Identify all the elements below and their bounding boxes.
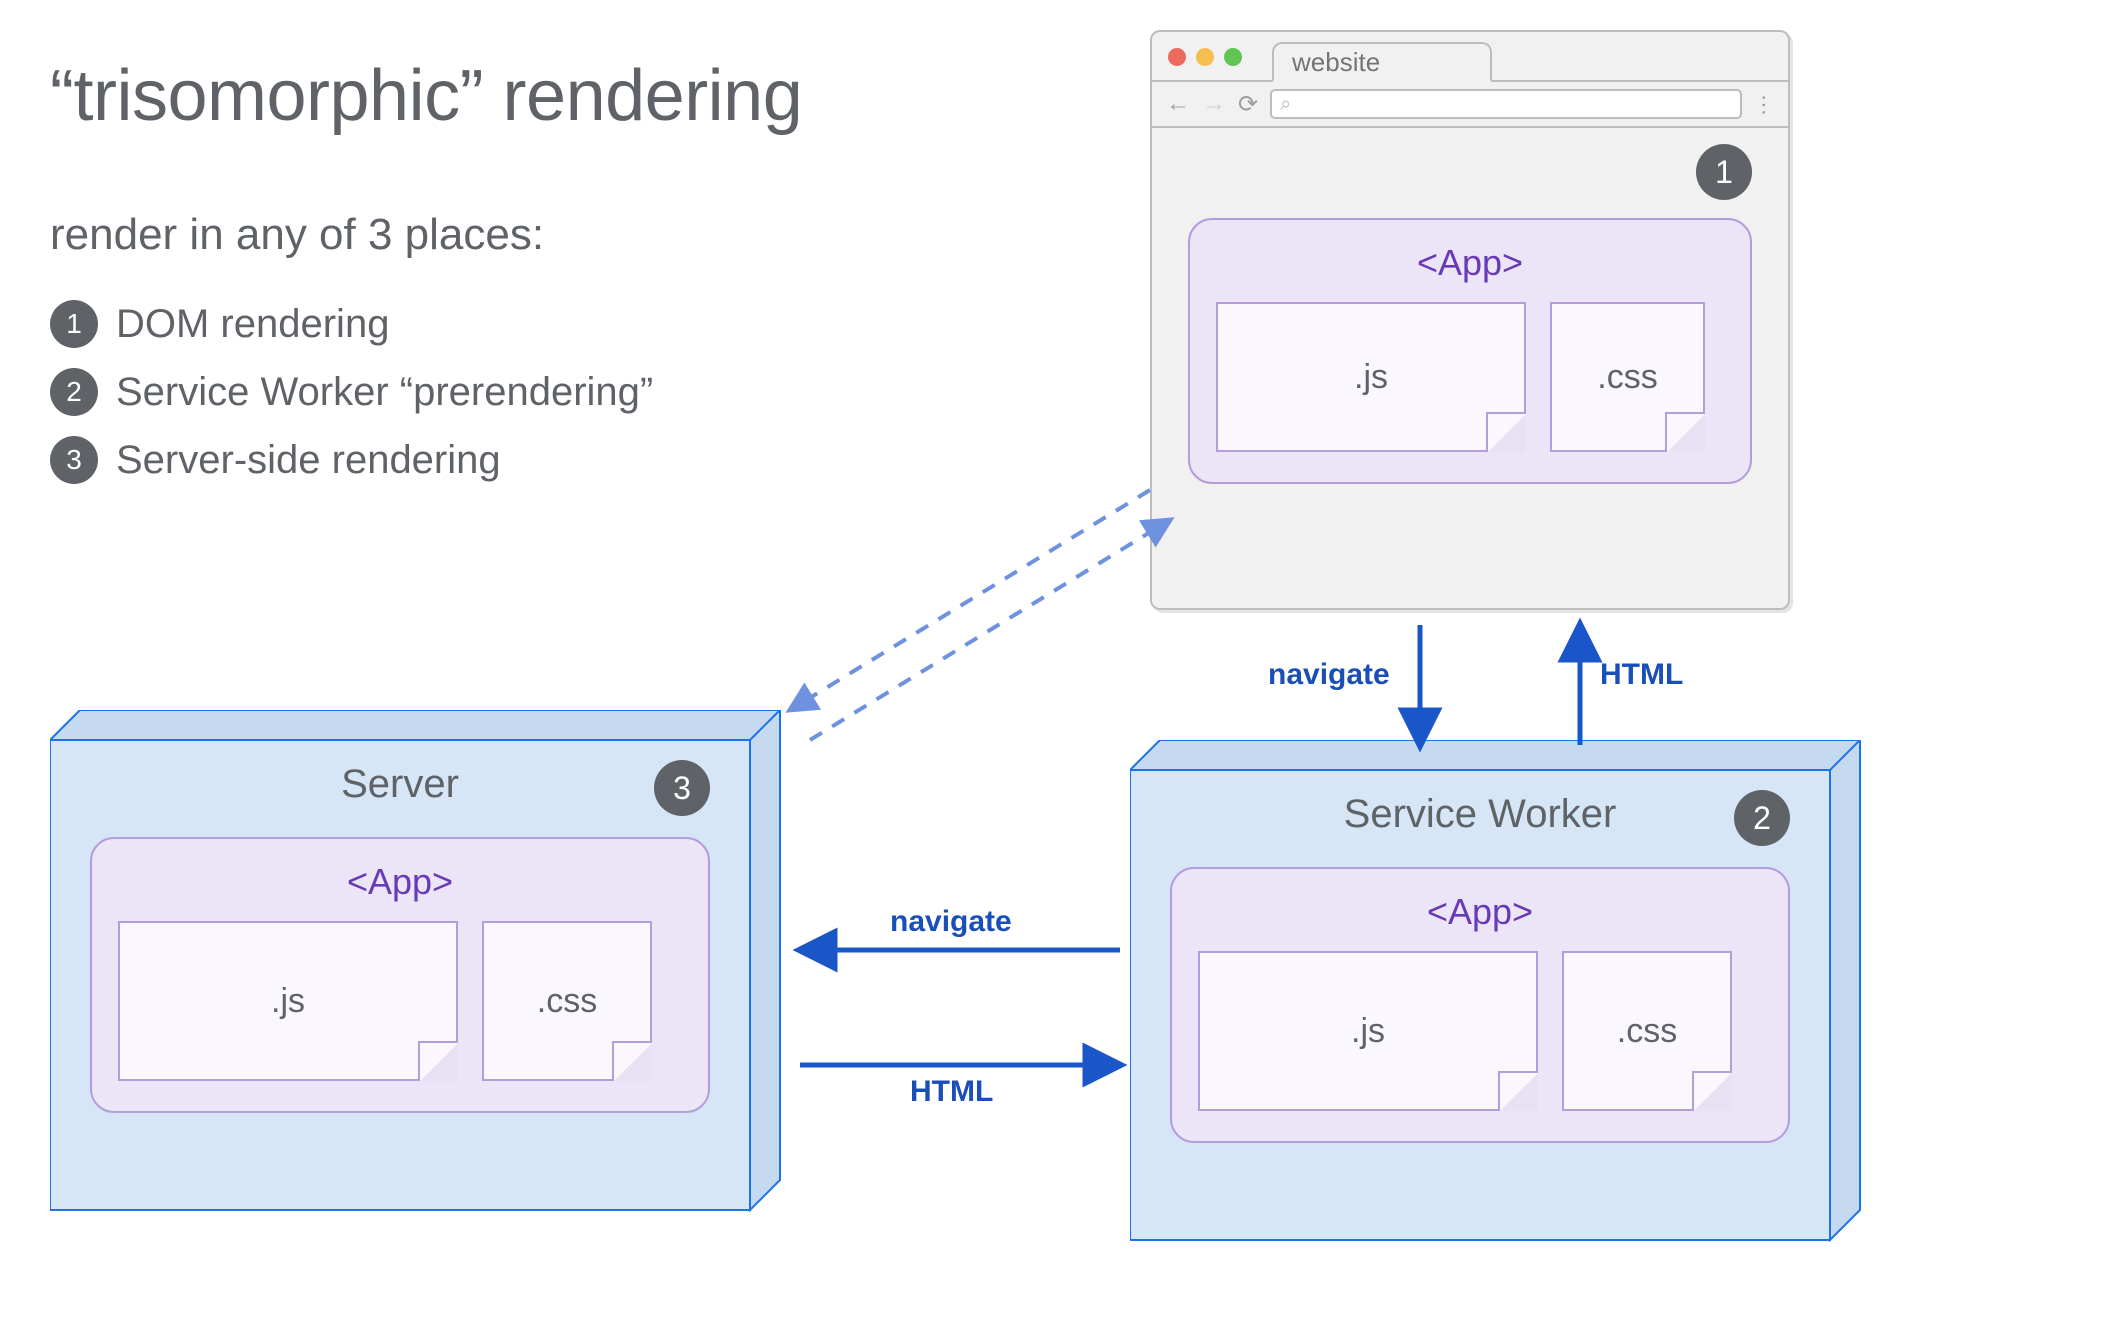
- browser-tabbar: website: [1152, 32, 1788, 82]
- file-js-label: .js: [1354, 358, 1388, 397]
- file-js: .js: [1216, 302, 1526, 452]
- server-panel: Server 3 <App> .js .css: [50, 710, 780, 1210]
- browser-toolbar: ← → ⟳ ⌕ ⋯: [1152, 82, 1788, 128]
- dog-ear-icon: [1486, 412, 1526, 452]
- list-label: Server-side rendering: [116, 438, 501, 483]
- list-label: DOM rendering: [116, 302, 389, 347]
- server-title: Server: [50, 762, 750, 807]
- address-bar: ⌕: [1270, 89, 1742, 119]
- label-html-horizontal: HTML: [910, 1075, 993, 1109]
- service-worker-panel: Service Worker 2 <App> .js .css: [1130, 740, 1860, 1240]
- dog-ear-icon: [612, 1041, 652, 1081]
- search-icon: ⌕: [1280, 93, 1291, 116]
- arrow-server-to-browser-dashed: [810, 520, 1170, 740]
- file-js: .js: [118, 921, 458, 1081]
- list-item: 3 Server-side rendering: [50, 436, 653, 484]
- file-js-label: .js: [1351, 1012, 1385, 1051]
- list-badge-1: 1: [50, 300, 98, 348]
- minimize-icon: [1196, 48, 1214, 66]
- close-icon: [1168, 48, 1186, 66]
- sw-title: Service Worker: [1130, 792, 1830, 837]
- browser-window: website ← → ⟳ ⌕ ⋯ 1 <App> .js .css: [1150, 30, 1790, 610]
- maximize-icon: [1224, 48, 1242, 66]
- app-label: <App>: [1198, 891, 1762, 933]
- browser-tab-label: website: [1292, 47, 1380, 78]
- sw-badge: 2: [1734, 790, 1790, 846]
- app-files: .js .css: [1198, 951, 1762, 1111]
- dog-ear-icon: [418, 1041, 458, 1081]
- list-item: 2 Service Worker “prerendering”: [50, 368, 653, 416]
- traffic-lights: [1168, 48, 1242, 66]
- file-js: .js: [1198, 951, 1538, 1111]
- list-label: Service Worker “prerendering”: [116, 370, 653, 415]
- reload-icon: ⟳: [1238, 90, 1258, 119]
- file-js-label: .js: [271, 982, 305, 1021]
- menu-icon: ⋯: [1751, 94, 1777, 114]
- diagram-subtitle: render in any of 3 places:: [50, 210, 544, 260]
- app-box-browser: <App> .js .css: [1188, 218, 1752, 484]
- app-label: <App>: [118, 861, 682, 903]
- dog-ear-icon: [1665, 412, 1705, 452]
- file-css-label: .css: [1597, 358, 1657, 397]
- app-files: .js .css: [118, 921, 682, 1081]
- app-files: .js .css: [1216, 302, 1724, 452]
- dog-ear-icon: [1498, 1071, 1538, 1111]
- label-html-vertical: HTML: [1600, 658, 1683, 692]
- app-box-sw: <App> .js .css: [1170, 867, 1790, 1143]
- forward-icon: →: [1202, 90, 1226, 118]
- dog-ear-icon: [1692, 1071, 1732, 1111]
- browser-tab: website: [1272, 42, 1492, 82]
- file-css-label: .css: [537, 982, 597, 1021]
- label-navigate-horizontal: navigate: [890, 905, 1012, 939]
- list-item: 1 DOM rendering: [50, 300, 653, 348]
- server-badge: 3: [654, 760, 710, 816]
- file-css-label: .css: [1617, 1012, 1677, 1051]
- file-css: .css: [482, 921, 652, 1081]
- list-badge-2: 2: [50, 368, 98, 416]
- arrow-browser-to-server-dashed: [790, 490, 1150, 710]
- file-css: .css: [1550, 302, 1705, 452]
- diagram-title: “trisomorphic” rendering: [50, 55, 802, 137]
- file-css: .css: [1562, 951, 1732, 1111]
- label-navigate-vertical: navigate: [1268, 658, 1390, 692]
- back-icon: ←: [1166, 90, 1190, 118]
- app-box-server: <App> .js .css: [90, 837, 710, 1113]
- list-badge-3: 3: [50, 436, 98, 484]
- browser-badge: 1: [1696, 144, 1752, 200]
- render-places-list: 1 DOM rendering 2 Service Worker “preren…: [50, 300, 653, 504]
- browser-viewport: 1 <App> .js .css: [1152, 128, 1788, 608]
- app-label: <App>: [1216, 242, 1724, 284]
